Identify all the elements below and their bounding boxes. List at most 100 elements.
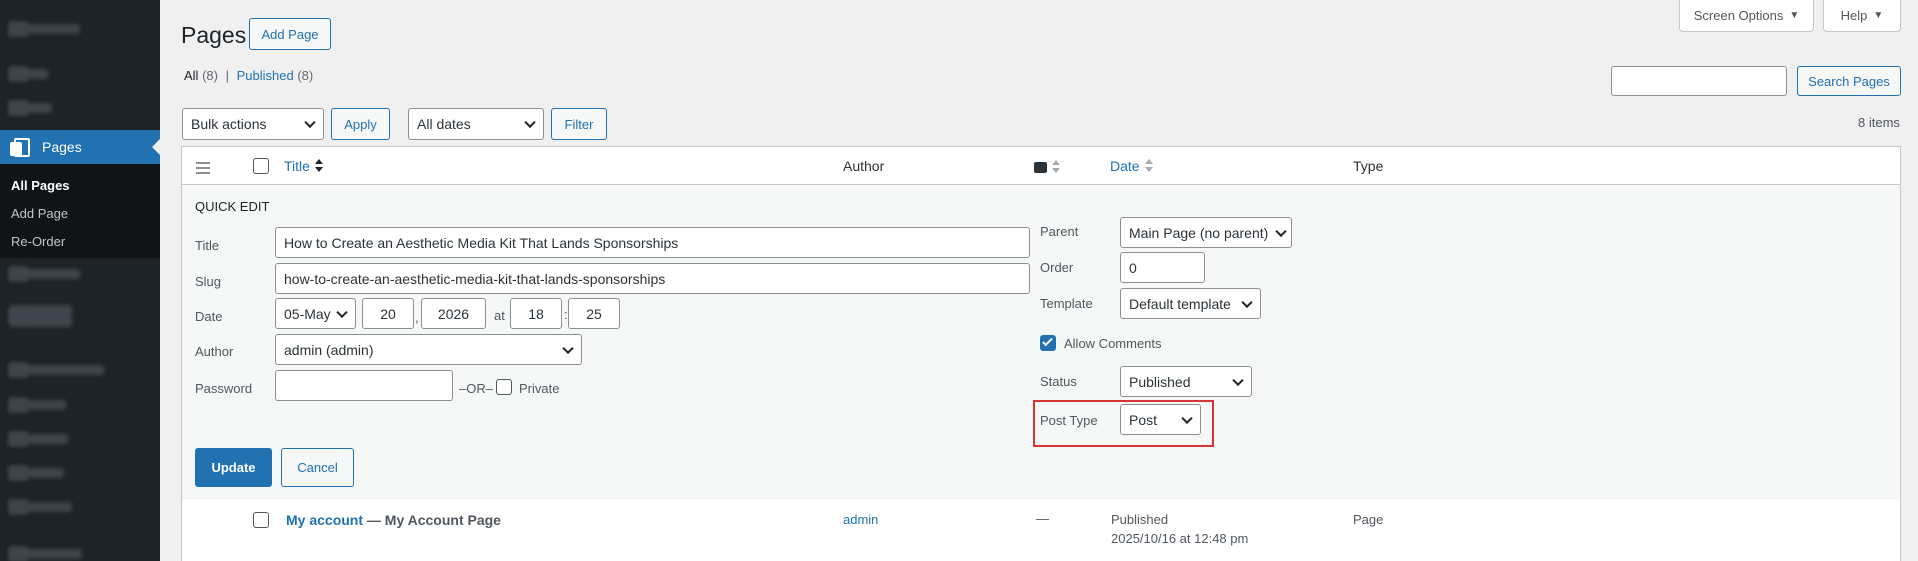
update-button[interactable]: Update [195,448,272,487]
menu-item-posts[interactable] [0,62,160,86]
search-pages-input[interactable] [1611,66,1787,96]
year-input[interactable]: 2026 [421,298,486,329]
template-label: Template [1040,296,1093,311]
row-title-link[interactable]: My account [286,512,363,528]
author-value: admin (admin) [284,341,374,358]
title-input[interactable]: How to Create an Aesthetic Media Kit Tha… [275,227,1030,258]
items-count: 8 items [1858,115,1900,130]
apply-button[interactable]: Apply [331,108,390,140]
slug-label: Slug [195,274,222,289]
sort-icon [314,159,323,173]
comment-bubble-icon [1034,162,1047,173]
status-value: Published [1129,373,1191,390]
password-label: Password [195,381,253,396]
menu-item-payments[interactable] [0,427,160,451]
caret-down-icon: ▼ [1789,10,1800,21]
help-label: Help [1840,8,1868,23]
filter-button[interactable]: Filter [551,108,607,140]
caret-down-icon: ▼ [1873,10,1884,21]
bulk-actions-value: Bulk actions [191,116,267,132]
chevron-down-icon [1241,296,1253,308]
allow-comments-label: Allow Comments [1064,336,1162,351]
template-select[interactable]: Default template [1120,288,1261,319]
add-page-button[interactable]: Add Page [249,18,331,50]
quick-edit-heading: QUICK EDIT [195,199,270,214]
row-type: Page [1353,512,1384,527]
screen-options-label: Screen Options [1693,8,1784,23]
dates-value: All dates [417,116,471,132]
order-label: Order [1040,260,1074,275]
filter-separator: | [225,68,229,83]
private-checkbox[interactable] [496,379,512,395]
minute-input[interactable]: 25 [568,298,620,329]
column-title-header[interactable]: Title [284,158,323,174]
admin-sidebar: Pages All Pages Add Page Re-Order [0,0,160,561]
order-input[interactable]: 0 [1120,252,1205,283]
submenu-re-order[interactable]: Re-Order [0,228,160,256]
pages-submenu: All Pages Add Page Re-Order [0,164,160,258]
row-checkbox[interactable] [253,512,269,528]
column-date-label: Date [1110,158,1140,174]
chevron-down-icon [304,116,316,129]
private-label: Private [519,381,560,396]
pages-icon [10,138,30,157]
bulk-actions-select[interactable]: Bulk actions [182,108,324,140]
row-date-status: Published [1111,512,1169,527]
column-title-label: Title [284,158,310,174]
day-input[interactable]: 20 [362,298,414,329]
current-menu-arrow [152,139,160,155]
row-date-value: 2025/10/16 at 12:48 pm [1111,531,1249,546]
menu-item-blurred-plugin[interactable] [0,300,160,332]
column-comments-header[interactable] [1034,159,1060,175]
cancel-button[interactable]: Cancel [281,448,354,487]
menu-item-comments[interactable] [0,262,160,286]
menu-item-analytics[interactable] [0,461,160,485]
filter-all-link[interactable]: All [184,68,198,83]
status-label: Status [1040,374,1077,389]
menu-item-marketing[interactable] [0,495,160,519]
sort-icon [1144,159,1153,173]
date-label: Date [195,309,223,324]
month-select[interactable]: 05-May [275,298,356,329]
parent-select[interactable]: Main Page (no parent) [1120,217,1292,248]
menu-item-appearance[interactable] [0,542,160,561]
date-at-label: at [494,308,505,323]
help-button[interactable]: Help ▼ [1823,0,1901,32]
drag-handle-icon[interactable] [196,162,210,174]
status-filter-links: All (8) | Published (8) [184,68,313,83]
search-pages-button[interactable]: Search Pages [1797,66,1901,96]
author-select[interactable]: admin (admin) [275,334,582,365]
column-author-header: Author [843,158,885,174]
screen-options-button[interactable]: Screen Options ▼ [1679,0,1814,32]
month-value: 05-May [284,305,331,322]
chevron-down-icon [562,342,574,354]
chevron-down-icon [1275,225,1287,237]
select-all-checkbox[interactable] [253,158,269,174]
hour-input[interactable]: 18 [510,298,562,329]
dates-select[interactable]: All dates [408,108,544,140]
menu-item-woocommerce[interactable] [0,358,160,382]
row-post-state: — My Account Page [363,512,501,528]
column-type-header: Type [1353,158,1384,174]
chevron-down-icon [336,306,348,318]
template-value: Default template [1129,295,1231,312]
menu-item-media[interactable] [0,96,160,120]
menu-item-products[interactable] [0,393,160,417]
password-input[interactable] [275,370,453,401]
menu-item-dashboard[interactable] [0,17,160,41]
title-label: Title [195,238,220,253]
slug-input[interactable]: how-to-create-an-aesthetic-media-kit-tha… [275,263,1030,294]
row-author-link[interactable]: admin [843,512,878,527]
table-header: Title Author Date Type [182,147,1900,185]
sort-icon [1052,160,1060,174]
row-title-cell: My account — My Account Page [286,512,501,528]
allow-comments-checkbox[interactable] [1040,335,1056,351]
filter-all-count: (8) [202,68,218,83]
status-select[interactable]: Published [1120,366,1252,397]
column-date-header[interactable]: Date [1110,158,1153,174]
menu-item-pages[interactable]: Pages [0,130,160,164]
submenu-add-page[interactable]: Add Page [0,200,160,228]
submenu-all-pages[interactable]: All Pages [0,172,160,200]
filter-published-link[interactable]: Published [237,68,294,83]
menu-item-pages-label: Pages [42,139,82,155]
